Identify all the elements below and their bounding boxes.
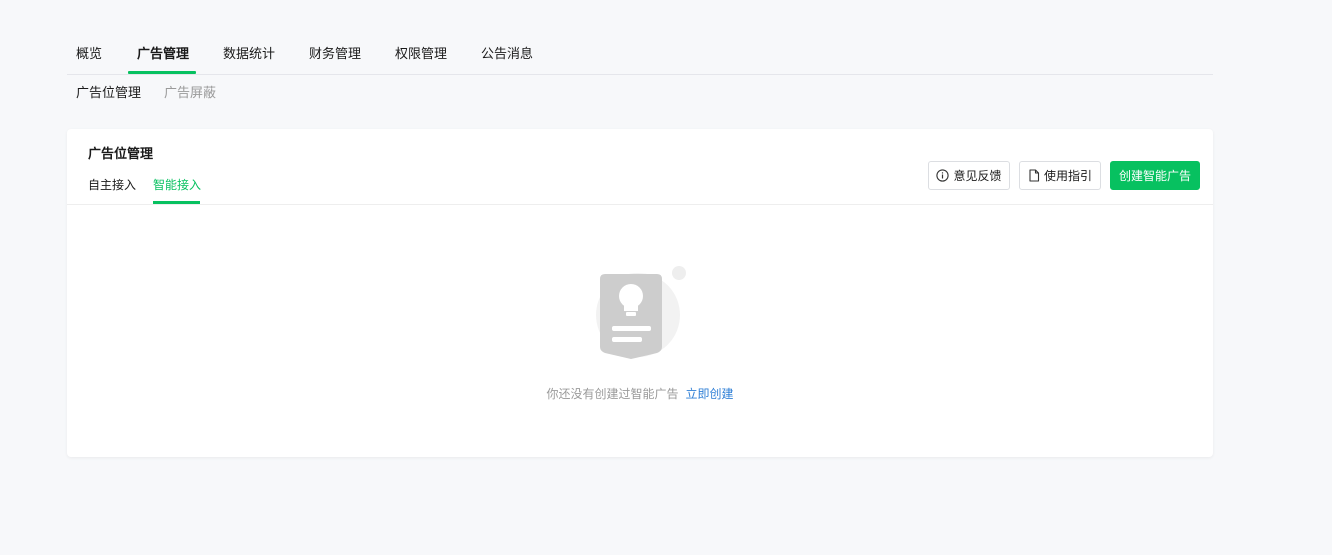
nav-tab-finance[interactable]: 财务管理: [309, 46, 361, 64]
sub-tab-ad-slot-management[interactable]: 广告位管理: [76, 85, 141, 103]
ad-slot-card: 广告位管理 自主接入 智能接入 意见反馈 使用指引 创建智能广告 你还没有创建过…: [67, 129, 1213, 457]
create-smart-ad-button[interactable]: 创建智能广告: [1110, 161, 1200, 190]
guide-button[interactable]: 使用指引: [1019, 161, 1101, 190]
card-title: 广告位管理: [88, 147, 154, 162]
nav-tab-announcements[interactable]: 公告消息: [481, 46, 533, 64]
empty-message: 你还没有创建过智能广告: [546, 387, 679, 401]
tab-self-integration[interactable]: 自主接入: [88, 176, 136, 194]
nav-tab-statistics[interactable]: 数据统计: [223, 46, 275, 64]
card-header: 广告位管理 自主接入 智能接入 意见反馈 使用指引 创建智能广告: [67, 129, 1213, 205]
document-icon: [1028, 169, 1040, 182]
tab-smart-integration[interactable]: 智能接入: [153, 176, 201, 194]
top-navigation: 概览 广告管理 数据统计 财务管理 权限管理 公告消息: [67, 0, 1213, 75]
guide-label: 使用指引: [1043, 169, 1092, 183]
sub-tab-ad-blocking[interactable]: 广告屏蔽: [164, 85, 216, 103]
nav-tab-permissions[interactable]: 权限管理: [395, 46, 447, 64]
feedback-button[interactable]: 意见反馈: [928, 161, 1010, 190]
info-circle-icon: [936, 169, 950, 182]
nav-tab-ad-management[interactable]: 广告管理: [137, 46, 189, 64]
create-now-link[interactable]: 立即创建: [686, 387, 734, 401]
nav-active-indicator: [128, 71, 196, 74]
feedback-label: 意见反馈: [953, 169, 1002, 183]
nav-tab-overview[interactable]: 概览: [76, 46, 102, 64]
lightbulb-document-icon: [595, 265, 691, 365]
inner-tab-active-indicator: [153, 201, 200, 204]
empty-state: 你还没有创建过智能广告 立即创建: [67, 386, 1213, 402]
create-smart-ad-label: 创建智能广告: [1118, 169, 1191, 183]
